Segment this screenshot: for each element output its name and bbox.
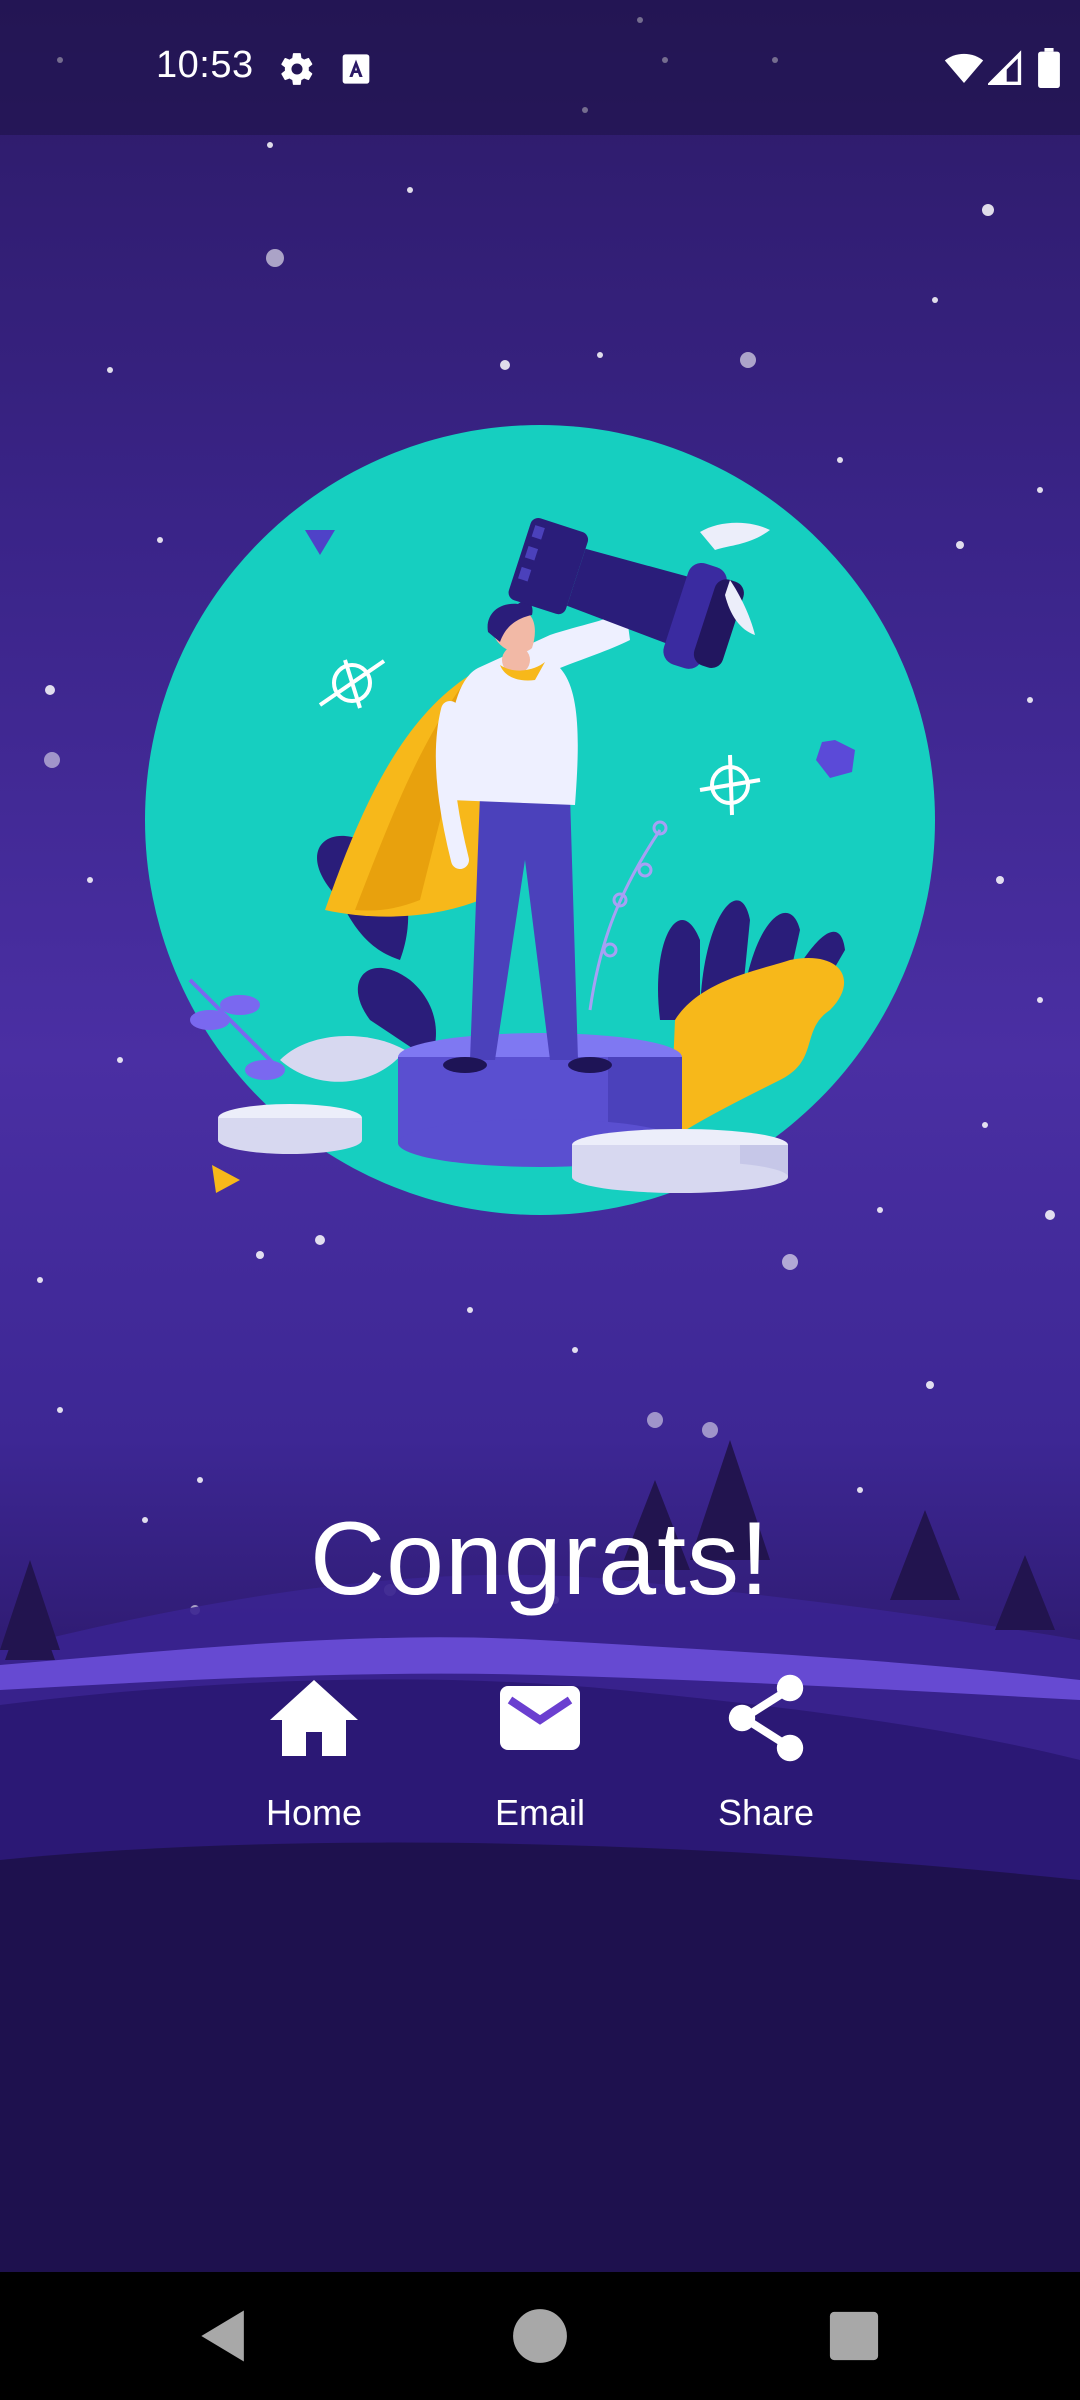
email-icon (500, 1686, 580, 1750)
back-icon[interactable] (190, 2302, 258, 2370)
settings-icon (281, 53, 313, 85)
share-button[interactable]: Share (666, 1670, 866, 1860)
signal-icon (988, 50, 1022, 85)
home-icon (270, 1680, 358, 1756)
wifi-icon (944, 53, 984, 83)
email-label: Email (494, 1792, 586, 1833)
home-circle-icon[interactable] (506, 2302, 574, 2370)
home-label: Home (265, 1792, 363, 1833)
congrats-title: Congrats! (310, 1500, 770, 1617)
status-bar: 10:53 (0, 0, 1080, 135)
battery-icon (1038, 48, 1060, 88)
status-time: 10:53 (156, 44, 254, 86)
home-button[interactable]: Home (214, 1670, 414, 1860)
text-a-icon (342, 54, 370, 84)
navigation-bar (0, 2272, 1080, 2400)
congrats-screen: 10:53 Congrats! Home Email Share (0, 0, 1080, 2400)
share-icon (728, 1674, 804, 1762)
share-label: Share (717, 1792, 815, 1833)
hero-with-chess-rook-icon (145, 425, 935, 1215)
email-button[interactable]: Email (440, 1670, 640, 1860)
recents-icon[interactable] (820, 2302, 888, 2370)
